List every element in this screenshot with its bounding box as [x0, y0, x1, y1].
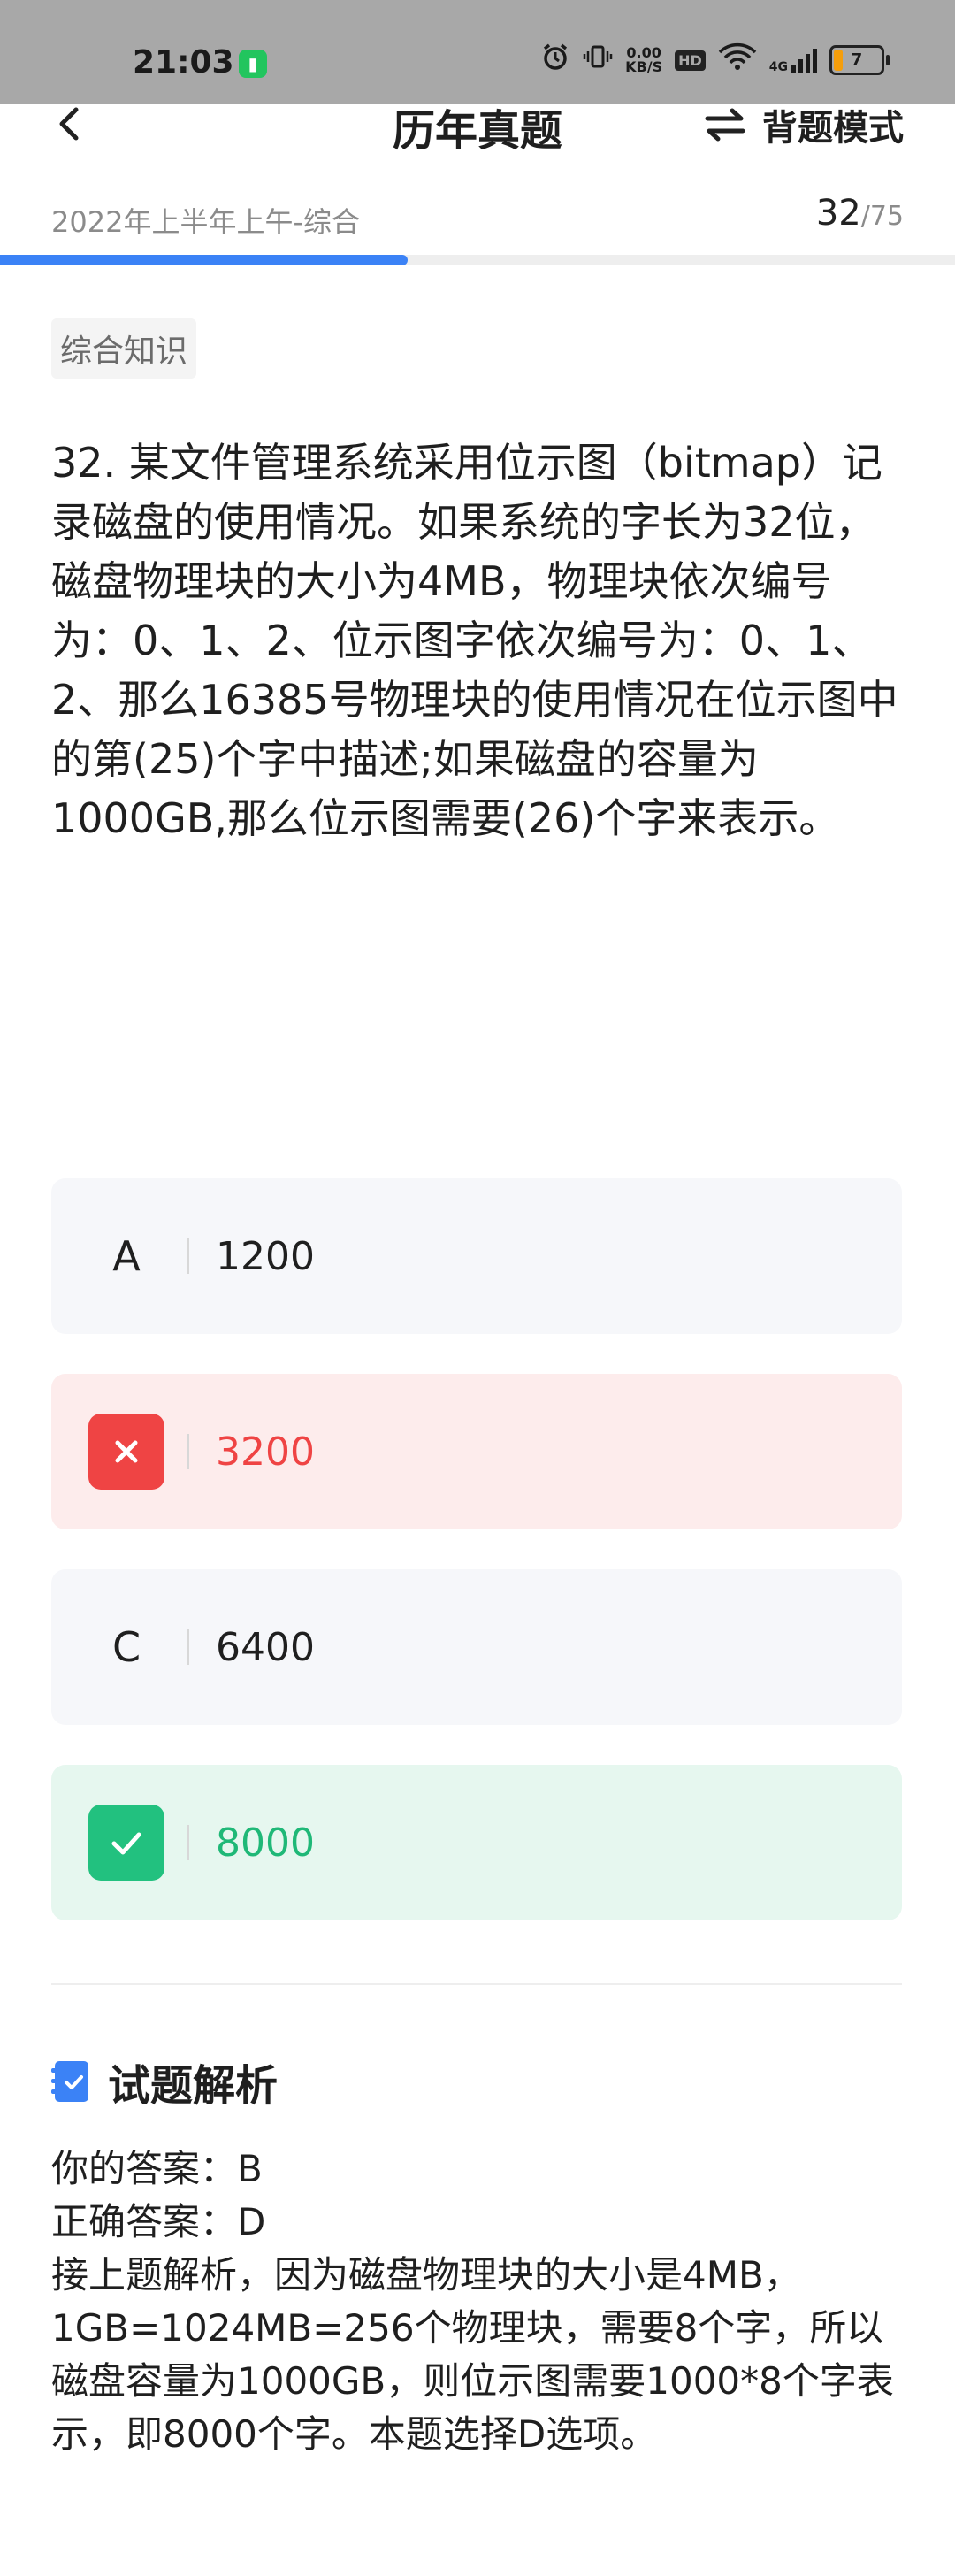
signal-icon: 4G [769, 47, 817, 73]
nav-bar: 历年真题 背题模式 [0, 104, 955, 157]
option-separator [187, 1629, 189, 1665]
correct-answer: 正确答案：D [51, 2200, 266, 2243]
status-bar: 21:03 ▮ 0.00 KB/S HD 4G 7 [0, 0, 955, 104]
close-icon [88, 1414, 164, 1490]
wifi-icon [718, 42, 757, 79]
hd-icon: HD [675, 50, 706, 71]
total-questions: /75 [860, 201, 904, 232]
exam-info-row: 2022年上半年上午-综合 32/75 [51, 193, 904, 244]
option-b[interactable]: 3200 [51, 1374, 902, 1530]
your-answer: 你的答案：B [51, 2147, 263, 2190]
option-a[interactable]: A 1200 [51, 1178, 902, 1334]
signal-label: 4G [768, 60, 788, 74]
status-time: 21:03 [133, 44, 234, 80]
notebook-icon [51, 2061, 88, 2102]
explanation-text: 接上题解析，因为磁盘物理块的大小是4MB，1GB=1024MB=256个物理块，… [51, 2253, 894, 2456]
question-text: 32. 某文件管理系统采用位示图（bitmap）记录磁盘的使用情况。如果系统的字… [51, 439, 898, 842]
option-letter: C [111, 1623, 141, 1671]
alarm-icon [540, 42, 570, 79]
option-text: 1200 [216, 1233, 315, 1279]
current-question-number: 32 [815, 193, 861, 234]
vibrate-icon [583, 42, 613, 79]
swap-icon [705, 108, 745, 142]
analysis-body: 你的答案：B 正确答案：D 接上题解析，因为磁盘物理块的大小是4MB，1GB=1… [51, 2143, 909, 2461]
analysis-header: 试题解析 [51, 2051, 278, 2112]
status-icons: 0.00 KB/S HD 4G 7 [540, 39, 890, 81]
mode-label: 背题模式 [762, 108, 904, 149]
battery-icon: 7 [829, 45, 890, 75]
recite-mode-button[interactable]: 背题模式 [704, 99, 904, 150]
question-counter: 32/75 [816, 193, 904, 234]
charging-icon: ▮ [239, 50, 267, 78]
analysis-title: 试题解析 [108, 2061, 279, 2111]
option-text: 3200 [216, 1429, 315, 1475]
option-text: 6400 [216, 1624, 315, 1670]
net-speed-unit: KB/S [625, 58, 663, 75]
option-letter: A [112, 1232, 141, 1280]
option-separator [187, 1238, 189, 1274]
category-tag: 综合知识 [51, 318, 197, 379]
progress-fill [0, 255, 408, 265]
progress-bar [0, 255, 955, 265]
divider [51, 1983, 902, 1985]
option-c[interactable]: C 6400 [51, 1569, 902, 1725]
exam-name: 2022年上半年上午-综合 [51, 205, 360, 239]
check-icon [88, 1805, 164, 1881]
option-d[interactable]: 8000 [51, 1765, 902, 1920]
battery-level: 7 [851, 50, 863, 69]
option-separator [187, 1434, 189, 1469]
option-separator [187, 1825, 189, 1860]
option-text: 8000 [216, 1820, 315, 1866]
net-speed: 0.00 KB/S [625, 46, 662, 74]
